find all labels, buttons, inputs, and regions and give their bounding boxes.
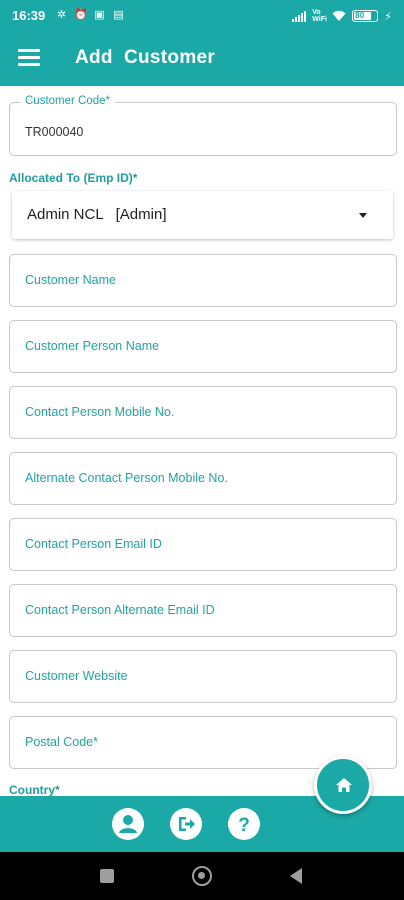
status-bar: 16:39 ✲ ⏰ ▣ ▤ Vo WiFi 80 ⚡ xyxy=(0,0,404,32)
customer-code-value: TR000040 xyxy=(25,125,84,139)
back-nav-button[interactable] xyxy=(290,868,302,884)
calendar-icon: ▣ xyxy=(94,9,105,21)
customer-website-field[interactable]: Customer Website xyxy=(9,650,397,703)
page-title: Add Customer xyxy=(75,47,216,68)
battery-icon: 80 xyxy=(352,10,379,22)
contact-mobile-placeholder: Contact Person Mobile No. xyxy=(25,405,175,419)
system-nav-bar xyxy=(0,852,404,900)
svg-text:?: ? xyxy=(238,815,250,836)
status-time: 16:39 xyxy=(12,8,46,23)
customer-code-field[interactable]: Customer Code* TR000040 xyxy=(9,95,397,156)
charging-icon: ⚡ xyxy=(384,10,392,23)
user-icon[interactable] xyxy=(112,808,144,840)
settings-icon: ✲ xyxy=(56,9,67,21)
customer-person-name-field[interactable]: Customer Person Name xyxy=(9,320,397,373)
alarm-icon: ⏰ xyxy=(74,9,88,21)
help-icon[interactable]: ? xyxy=(228,808,260,840)
customer-code-label: Customer Code* xyxy=(20,95,116,107)
postal-code-placeholder: Postal Code* xyxy=(25,735,98,749)
home-nav-button[interactable] xyxy=(192,866,212,886)
customer-person-name-placeholder: Customer Person Name xyxy=(25,339,160,353)
allocated-to-label: Allocated To (Emp ID)* xyxy=(9,171,138,185)
sim-icon: ▤ xyxy=(113,9,124,21)
home-fab-button[interactable] xyxy=(314,756,372,814)
status-right-icons: Vo WiFi 80 ⚡ xyxy=(292,9,392,23)
logout-icon[interactable] xyxy=(170,808,202,840)
alternate-email-field[interactable]: Contact Person Alternate Email ID xyxy=(9,584,397,637)
hamburger-menu-icon[interactable] xyxy=(18,49,40,67)
contact-mobile-field[interactable]: Contact Person Mobile No. xyxy=(9,386,397,439)
app-bar: Add Customer xyxy=(0,32,404,86)
alternate-email-placeholder: Contact Person Alternate Email ID xyxy=(25,603,215,617)
volte-label: Vo WiFi xyxy=(312,9,327,23)
dropdown-arrow-icon xyxy=(359,213,367,218)
home-icon xyxy=(336,778,352,792)
customer-name-field[interactable]: Customer Name xyxy=(9,254,397,307)
battery-level: 80 xyxy=(355,11,365,20)
customer-website-placeholder: Customer Website xyxy=(25,669,128,683)
contact-email-field[interactable]: Contact Person Email ID xyxy=(9,518,397,571)
wifi-icon xyxy=(332,10,346,21)
country-label: Country* xyxy=(9,783,60,797)
alternate-mobile-placeholder: Alternate Contact Person Mobile No. xyxy=(25,471,228,485)
contact-email-placeholder: Contact Person Email ID xyxy=(25,537,162,551)
signal-icon xyxy=(292,10,307,22)
recent-apps-button[interactable] xyxy=(100,869,114,883)
allocated-to-value: Admin NCL [Admin] xyxy=(27,206,167,223)
allocated-to-dropdown[interactable]: Admin NCL [Admin] xyxy=(12,191,393,239)
alternate-mobile-field[interactable]: Alternate Contact Person Mobile No. xyxy=(9,452,397,505)
customer-name-placeholder: Customer Name xyxy=(25,273,116,287)
status-left-icons: ✲ ⏰ ▣ ▤ xyxy=(55,9,125,22)
